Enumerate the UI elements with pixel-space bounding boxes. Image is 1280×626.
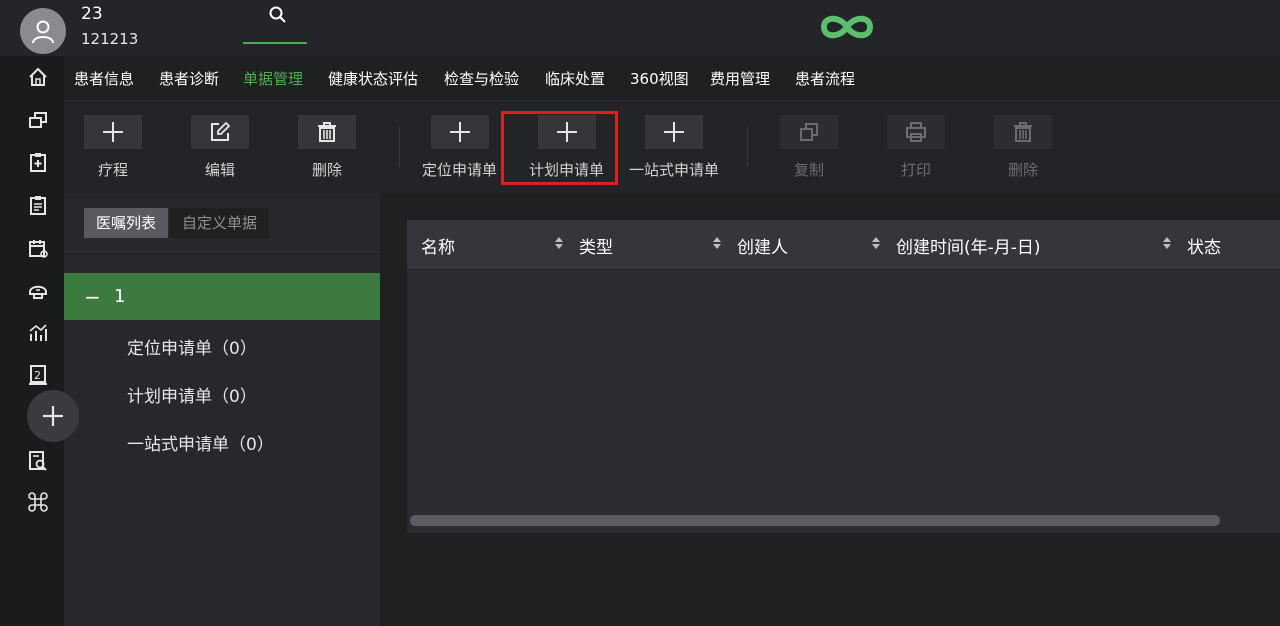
app-logo — [818, 10, 876, 44]
chart-icon[interactable] — [26, 321, 50, 345]
plus-icon — [556, 122, 577, 142]
calendar-icon[interactable] — [26, 236, 50, 260]
tab-360-view[interactable]: 360视图 — [630, 68, 689, 89]
sort-icon[interactable] — [554, 235, 564, 251]
tab-clinical-disposal[interactable]: 临床处置 — [545, 68, 605, 89]
column-header-name[interactable]: 名称 — [421, 233, 455, 258]
left-icon-rail: 2 — [0, 56, 64, 626]
locate-request-label: 定位申请单 — [422, 161, 498, 179]
sort-icon[interactable] — [712, 235, 722, 251]
course-label: 疗程 — [97, 161, 128, 179]
tab-exam-lab[interactable]: 检查与检验 — [444, 68, 519, 89]
tab-patient-diagnosis[interactable]: 患者诊断 — [159, 68, 219, 89]
copy-icon — [800, 123, 818, 141]
subtab-order-list[interactable]: 医嘱列表 — [84, 208, 169, 238]
document-search-icon[interactable] — [26, 449, 50, 473]
tab-patient-flow[interactable]: 患者流程 — [795, 68, 855, 89]
onestop-request-button[interactable]: 一站式申请单 — [629, 115, 719, 180]
tree-root-label: 1 — [114, 286, 126, 307]
horizontal-scrollbar[interactable] — [410, 515, 1220, 526]
plus-icon — [43, 406, 63, 426]
print-button[interactable]: 打印 — [887, 115, 945, 180]
panel-subtabs: 医嘱列表 自定义单据 — [84, 208, 271, 238]
tree-item-plan-request[interactable]: 计划申请单（0） — [127, 382, 257, 407]
edit-button[interactable]: 编辑 — [191, 115, 249, 180]
print-label: 打印 — [900, 161, 931, 179]
helmet-icon[interactable] — [26, 278, 50, 302]
plus-icon — [103, 122, 123, 142]
delete-button[interactable]: 删除 — [298, 115, 356, 180]
tab-document-management[interactable]: 单据管理 — [243, 68, 303, 89]
tab-patient-info[interactable]: 患者信息 — [74, 68, 134, 89]
tree-item-onestop-request[interactable]: 一站式申请单（0） — [127, 430, 274, 455]
tree-item-locate-request[interactable]: 定位申请单（0） — [127, 334, 257, 359]
copy-button[interactable]: 复制 — [780, 115, 838, 180]
patient-name: 23 — [81, 4, 103, 24]
printer-icon — [906, 122, 926, 142]
toolbar: 疗程 编辑 删除 定位申请单 计划申请单 一站式申请单 复制 打印 删除 — [64, 101, 1280, 193]
search-button[interactable] — [268, 5, 288, 25]
top-header: 23 121213 — [0, 0, 1280, 56]
column-header-created-time[interactable]: 创建时间(年-月-日) — [896, 233, 1041, 258]
command-icon[interactable] — [26, 490, 50, 514]
column-header-status[interactable]: 状态 — [1187, 233, 1221, 258]
table-header: 名称 类型 创建人 创建时间(年-月-日) 状态 — [407, 220, 1280, 268]
plus-icon — [449, 122, 470, 142]
panel-divider — [64, 251, 380, 252]
subtab-custom-document[interactable]: 自定义单据 — [170, 208, 270, 238]
delete-secondary-label: 删除 — [1007, 161, 1038, 179]
tree-root-node[interactable]: − 1 — [64, 273, 380, 320]
user-icon — [32, 20, 54, 44]
onestop-request-label: 一站式申请单 — [629, 161, 720, 179]
edit-label: 编辑 — [204, 161, 235, 179]
home-icon[interactable] — [26, 65, 50, 89]
delete-label: 删除 — [311, 161, 342, 179]
plus-icon — [664, 122, 684, 142]
avatar[interactable] — [20, 8, 66, 54]
delete-secondary-button[interactable]: 删除 — [994, 115, 1052, 180]
edit-icon — [211, 121, 231, 141]
patient-id: 121213 — [81, 30, 139, 48]
document-2-icon[interactable]: 2 — [26, 363, 50, 387]
plan-request-button[interactable]: 计划申请单 — [529, 115, 604, 180]
toolbar-divider — [747, 127, 748, 167]
column-header-type[interactable]: 类型 — [579, 233, 613, 258]
clipboard-plus-icon[interactable] — [26, 150, 50, 174]
toolbar-divider — [399, 127, 400, 167]
windows-icon[interactable] — [26, 108, 50, 132]
module-tabs: 患者信息 患者诊断 单据管理 健康状态评估 检查与检验 临床处置 360视图 费… — [64, 56, 1280, 101]
add-fab-button[interactable] — [27, 390, 79, 442]
trash-icon — [1014, 122, 1032, 142]
svg-text:2: 2 — [34, 369, 41, 382]
copy-label: 复制 — [793, 161, 824, 179]
trash-icon — [318, 122, 336, 142]
course-button[interactable]: 疗程 — [84, 115, 142, 180]
document-tree-panel: 医嘱列表 自定义单据 − 1 定位申请单（0） 计划申请单（0） 一站式申请单（… — [64, 193, 380, 626]
tab-health-assessment[interactable]: 健康状态评估 — [328, 68, 418, 89]
sort-icon[interactable] — [871, 235, 881, 251]
sort-icon[interactable] — [1162, 235, 1172, 251]
column-header-creator[interactable]: 创建人 — [737, 233, 788, 258]
tab-fee-management[interactable]: 费用管理 — [710, 68, 770, 89]
active-tab-indicator — [243, 42, 307, 44]
search-icon — [269, 6, 286, 23]
logo-icon — [821, 15, 873, 39]
document-table: 名称 类型 创建人 创建时间(年-月-日) 状态 — [407, 220, 1280, 533]
clipboard-list-icon[interactable] — [26, 193, 50, 217]
collapse-icon[interactable]: − — [84, 285, 101, 309]
plan-request-label: 计划申请单 — [529, 161, 605, 179]
locate-request-button[interactable]: 定位申请单 — [422, 115, 497, 180]
